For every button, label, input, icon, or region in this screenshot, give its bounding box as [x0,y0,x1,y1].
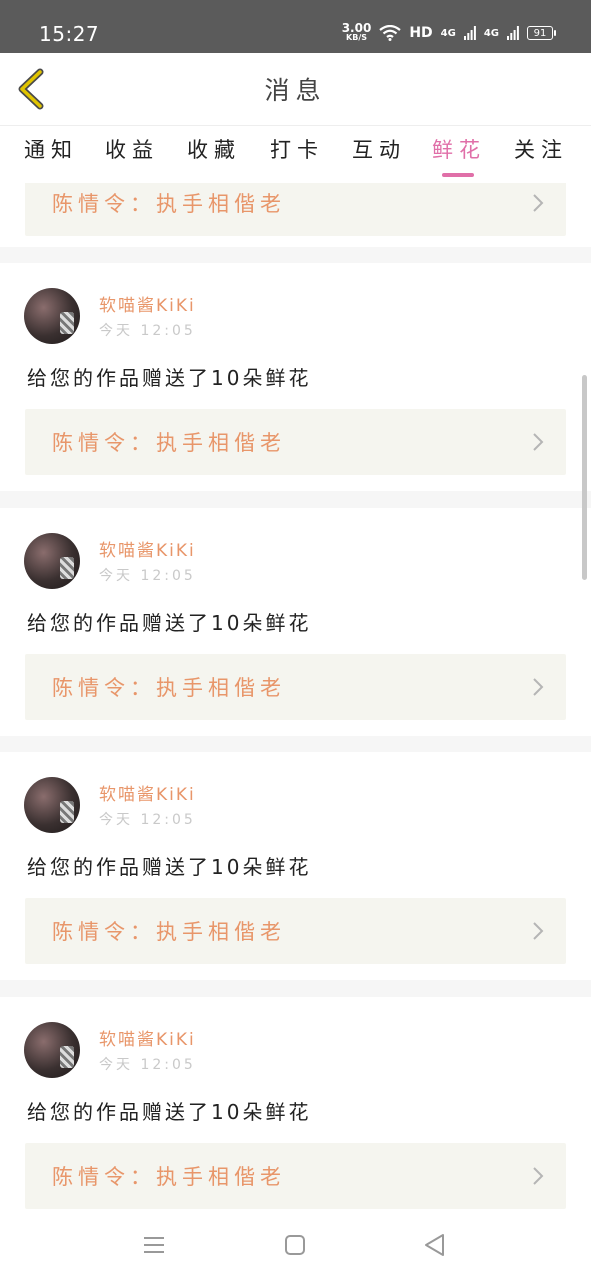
status-icons: 3.00 KB/S HD 4G 4G 91 [341,21,556,42]
status-time: 15:27 [39,22,100,46]
signal-2-label: 4G [483,27,499,39]
avatar[interactable] [24,533,80,589]
tab-bar: 通知 收益 收藏 打卡 互动 鲜花 关注 [0,125,591,184]
work-link[interactable]: 陈情令：执手相偕老 [25,898,566,964]
tab-interaction[interactable]: 互动 [344,134,414,164]
work-title: 陈情令：执手相偕老 [52,1165,286,1189]
tab-follow[interactable]: 关注 [506,134,576,164]
chevron-right-icon [533,1167,544,1185]
message-feed: 陈情令：执手相偕老 软喵酱KiKi 今天 12:05 给您的作品赠送了10朵鲜花… [0,183,591,1211]
signal-bars-1-icon [463,26,476,40]
chevron-right-icon [533,194,544,212]
message-time: 今天 12:05 [99,812,196,828]
tab-notify[interactable]: 通知 [16,134,86,164]
chevron-right-icon [533,433,544,451]
message-card: 软喵酱KiKi 今天 12:05 给您的作品赠送了10朵鲜花 陈情令：执手相偕老 [0,997,591,1211]
triangle-back-icon[interactable] [421,1231,449,1259]
tab-checkin[interactable]: 打卡 [262,134,332,164]
chevron-right-icon [533,678,544,696]
message-time: 今天 12:05 [99,568,196,584]
avatar[interactable] [24,1022,80,1078]
app-header: 消息 [0,53,591,125]
square-home-icon[interactable] [281,1231,309,1259]
message-text: 给您的作品赠送了10朵鲜花 [27,1100,312,1124]
message-text: 给您的作品赠送了10朵鲜花 [27,611,312,635]
work-link[interactable]: 陈情令：执手相偕老 [25,183,566,236]
message-text: 给您的作品赠送了10朵鲜花 [27,855,312,879]
avatar[interactable] [24,777,80,833]
scrollbar[interactable] [582,375,587,580]
chevron-right-icon [533,922,544,940]
wifi-icon [379,25,401,41]
system-nav-bar [0,1211,591,1280]
username[interactable]: 软喵酱KiKi [99,291,196,316]
battery-level: 91 [533,27,547,39]
message-card: 软喵酱KiKi 今天 12:05 给您的作品赠送了10朵鲜花 陈情令：执手相偕老 [0,508,591,736]
work-link[interactable]: 陈情令：执手相偕老 [25,654,566,720]
tab-active-indicator [442,173,474,177]
work-link[interactable]: 陈情令：执手相偕老 [25,1143,566,1209]
tab-flowers[interactable]: 鲜花 [424,134,494,164]
hd-indicator: HD [409,25,433,41]
message-time: 今天 12:05 [99,1057,196,1073]
avatar[interactable] [24,288,80,344]
username[interactable]: 软喵酱KiKi [99,780,196,805]
work-title: 陈情令：执手相偕老 [52,676,286,700]
work-title: 陈情令：执手相偕老 [52,920,286,944]
signal-bars-2-icon [507,26,519,40]
tab-earnings[interactable]: 收益 [97,134,167,164]
message-card-partial: 陈情令：执手相偕老 [0,183,591,247]
signal-1-label: 4G [440,27,456,39]
username[interactable]: 软喵酱KiKi [99,536,196,561]
network-speed-value: 3.00 [341,21,372,35]
message-text: 给您的作品赠送了10朵鲜花 [27,366,312,390]
page-title: 消息 [264,76,327,105]
network-speed-unit: KB/S [346,33,367,42]
battery-icon: 91 [527,26,556,40]
message-time: 今天 12:05 [99,323,196,339]
message-card: 软喵酱KiKi 今天 12:05 给您的作品赠送了10朵鲜花 陈情令：执手相偕老 [0,263,591,491]
username[interactable]: 软喵酱KiKi [99,1025,196,1050]
network-speed: 3.00 KB/S [341,21,372,42]
message-card: 软喵酱KiKi 今天 12:05 给您的作品赠送了10朵鲜花 陈情令：执手相偕老 [0,752,591,980]
work-title: 陈情令：执手相偕老 [52,431,286,455]
work-title: 陈情令：执手相偕老 [52,192,286,216]
tab-favorites[interactable]: 收藏 [179,134,249,164]
work-link[interactable]: 陈情令：执手相偕老 [25,409,566,475]
menu-icon[interactable] [140,1231,168,1259]
status-bar: 15:27 3.00 KB/S HD 4G 4G 91 [0,0,591,53]
